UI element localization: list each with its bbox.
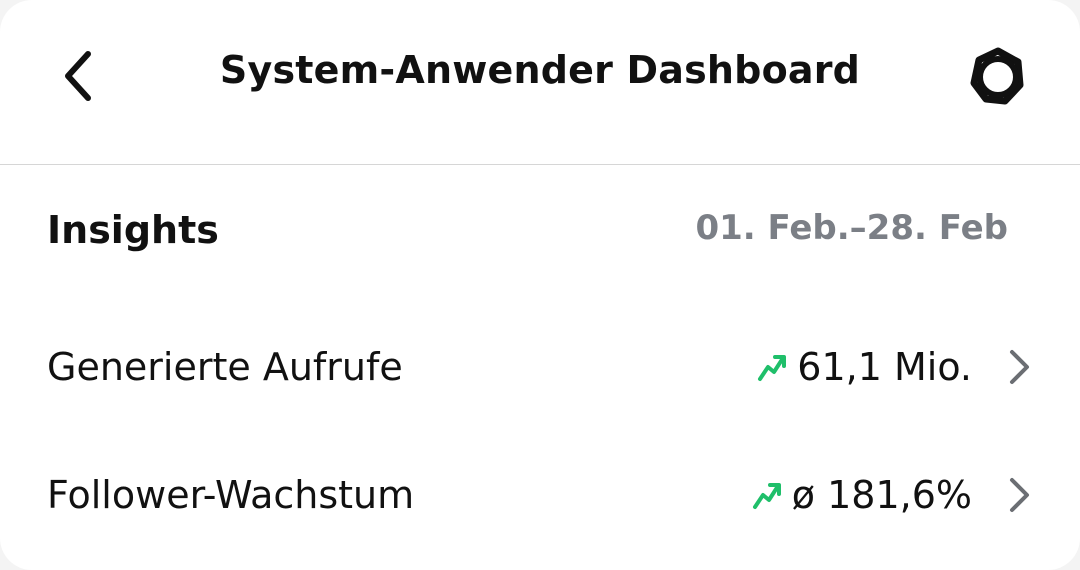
row-label: Follower-Wachstum: [47, 473, 415, 517]
trend-up-icon: [752, 480, 782, 510]
gear-icon: [970, 47, 1024, 105]
insight-row-views[interactable]: Generierte Aufrufe 61,1 Mio.: [0, 312, 1080, 422]
page-title: System-Anwender Dashboard: [219, 48, 861, 92]
header: System-Anwender Dashboard: [0, 0, 1080, 165]
settings-button[interactable]: [960, 42, 1036, 112]
dashboard-card: System-Anwender Dashboard Insights 01. F…: [0, 0, 1080, 570]
row-value-group: ø 181,6%: [752, 473, 972, 517]
chevron-right-icon: [1006, 475, 1032, 515]
row-value: ø 181,6%: [791, 473, 972, 517]
row-value: 61,1 Mio.: [797, 345, 972, 389]
date-range[interactable]: 01. Feb.–28. Feb: [695, 208, 1008, 248]
row-label: Generierte Aufrufe: [47, 345, 403, 389]
insights-heading: Insights: [47, 208, 219, 252]
insight-row-follower-growth[interactable]: Follower-Wachstum ø 181,6%: [0, 440, 1080, 550]
chevron-right-icon: [1006, 347, 1032, 387]
row-value-group: 61,1 Mio.: [757, 345, 972, 389]
trend-up-icon: [757, 352, 787, 382]
